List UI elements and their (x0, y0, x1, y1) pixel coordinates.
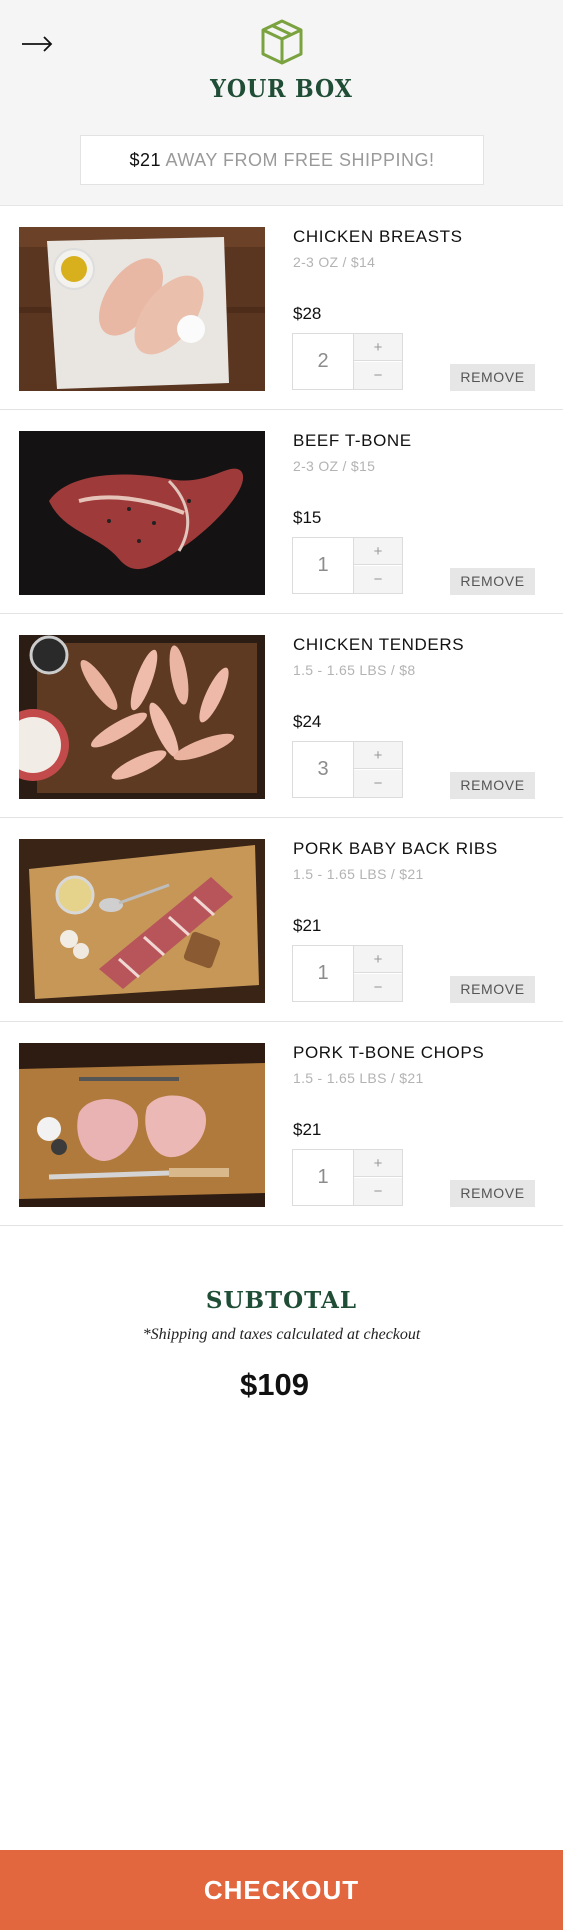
item-name: CHICKEN TENDERS (293, 635, 465, 654)
quantity-stepper: 2 + − (292, 333, 403, 390)
header: YOUR BOX $21 AWAY FROM FREE SHIPPING! (0, 0, 563, 206)
item-name: PORK T-BONE CHOPS (293, 1043, 485, 1062)
item-price: $28 (293, 304, 322, 323)
remove-button[interactable]: REMOVE (450, 1180, 535, 1207)
quantity-value[interactable]: 1 (293, 1150, 354, 1205)
item-price: $21 (293, 1120, 322, 1139)
quantity-value[interactable]: 3 (293, 742, 354, 797)
checkout-button[interactable]: CHECKOUT (0, 1850, 563, 1930)
free-shipping-banner: $21 AWAY FROM FREE SHIPPING! (80, 135, 484, 185)
shipping-remaining-text: AWAY FROM FREE SHIPPING! (165, 150, 435, 170)
quantity-stepper: 1 + − (292, 537, 403, 594)
product-image (19, 839, 265, 1003)
page-title: YOUR BOX (210, 74, 353, 103)
cart-item: PORK BABY BACK RIBS 1.5 - 1.65 LBS / $21… (0, 818, 563, 1022)
item-weight-price: 1.5 - 1.65 LBS / $21 (293, 1070, 424, 1086)
quantity-increase-button[interactable]: + (354, 742, 402, 769)
cart-item: BEEF T-BONE 2-3 OZ / $15 $15 1 + − REMOV… (0, 410, 563, 614)
quantity-decrease-button[interactable]: − (354, 362, 402, 389)
quantity-stepper: 1 + − (292, 945, 403, 1002)
quantity-stepper: 3 + − (292, 741, 403, 798)
arrow-right-icon[interactable] (20, 34, 54, 54)
quantity-decrease-button[interactable]: − (354, 566, 402, 593)
item-price: $15 (293, 508, 322, 527)
quantity-value[interactable]: 1 (293, 538, 354, 593)
cart-item: CHICKEN BREASTS 2-3 OZ / $14 $28 2 + − R… (0, 206, 563, 410)
item-name: BEEF T-BONE (293, 431, 412, 450)
item-weight-price: 2-3 OZ / $15 (293, 458, 376, 474)
subtotal-heading: SUBTOTAL (205, 1287, 358, 1314)
item-price: $21 (293, 916, 322, 935)
quantity-value[interactable]: 2 (293, 334, 354, 389)
quantity-decrease-button[interactable]: − (354, 770, 402, 797)
product-image (19, 431, 265, 595)
shipping-remaining-amount: $21 (129, 150, 161, 170)
box-icon (261, 19, 303, 65)
cart-item: PORK T-BONE CHOPS 1.5 - 1.65 LBS / $21 $… (0, 1022, 563, 1226)
quantity-decrease-button[interactable]: − (354, 1178, 402, 1205)
product-image (19, 227, 265, 391)
quantity-decrease-button[interactable]: − (354, 974, 402, 1001)
remove-button[interactable]: REMOVE (450, 976, 535, 1003)
item-weight-price: 2-3 OZ / $14 (293, 254, 376, 270)
quantity-increase-button[interactable]: + (354, 334, 402, 361)
product-image (19, 1043, 265, 1207)
product-image (19, 635, 265, 799)
item-name: CHICKEN BREASTS (293, 227, 463, 246)
shipping-taxes-note: *Shipping and taxes calculated at checko… (142, 1326, 421, 1343)
subtotal-amount: $109 (240, 1367, 309, 1402)
remove-button[interactable]: REMOVE (450, 772, 535, 799)
cart-item: CHICKEN TENDERS 1.5 - 1.65 LBS / $8 $24 … (0, 614, 563, 818)
item-weight-price: 1.5 - 1.65 LBS / $8 (293, 662, 416, 678)
item-name: PORK BABY BACK RIBS (293, 839, 498, 858)
quantity-increase-button[interactable]: + (354, 946, 402, 973)
quantity-stepper: 1 + − (292, 1149, 403, 1206)
item-weight-price: 1.5 - 1.65 LBS / $21 (293, 866, 424, 882)
remove-button[interactable]: REMOVE (450, 568, 535, 595)
quantity-increase-button[interactable]: + (354, 538, 402, 565)
remove-button[interactable]: REMOVE (450, 364, 535, 391)
quantity-increase-button[interactable]: + (354, 1150, 402, 1177)
quantity-value[interactable]: 1 (293, 946, 354, 1001)
item-price: $24 (293, 712, 322, 731)
